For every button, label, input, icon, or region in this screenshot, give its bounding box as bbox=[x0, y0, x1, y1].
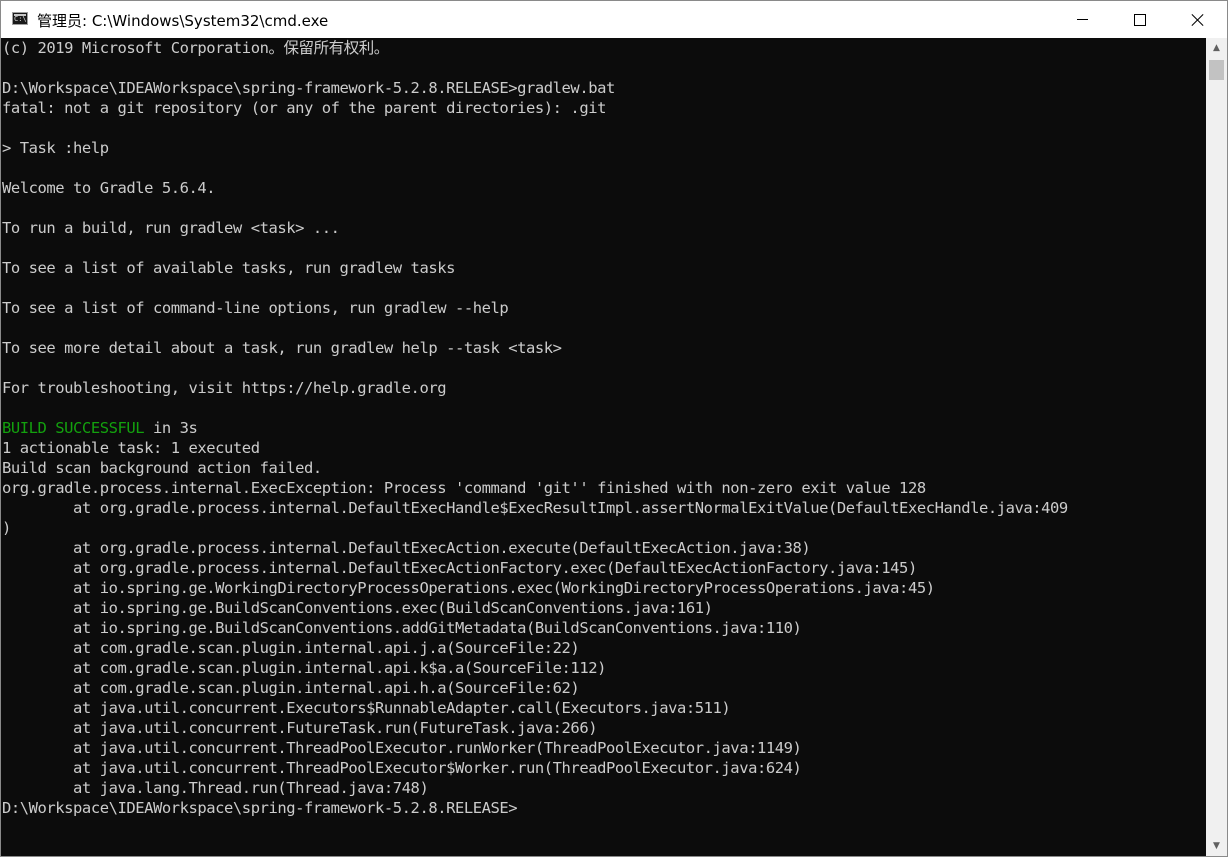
cmd-window: C:\ 管理员: C:\Windows\System32\cmd.exe BUI… bbox=[0, 0, 1228, 857]
console-line: at org.gradle.process.internal.DefaultEx… bbox=[2, 539, 811, 557]
console-line: D:\Workspace\IDEAWorkspace\spring-framew… bbox=[2, 79, 615, 97]
build-duration: in 3s bbox=[144, 419, 198, 437]
vertical-scrollbar[interactable]: ▲ ▼ bbox=[1206, 38, 1227, 856]
console-line: To run a build, run gradlew <task> ... bbox=[2, 219, 340, 237]
console-line: To see a list of available tasks, run gr… bbox=[2, 259, 455, 277]
title-bar[interactable]: C:\ 管理员: C:\Windows\System32\cmd.exe bbox=[1, 1, 1227, 38]
console-line: at com.gradle.scan.plugin.internal.api.k… bbox=[2, 659, 606, 677]
console-line: For troubleshooting, visit https://help.… bbox=[2, 379, 447, 397]
arrow-down-icon: ▼ bbox=[1213, 841, 1220, 851]
close-button[interactable] bbox=[1169, 1, 1227, 38]
scroll-up-button[interactable]: ▲ bbox=[1206, 38, 1227, 58]
console-line: fatal: not a git repository (or any of t… bbox=[2, 99, 606, 117]
console-line: at java.util.concurrent.Executors$Runnab… bbox=[2, 699, 731, 717]
console-line: at com.gradle.scan.plugin.internal.api.h… bbox=[2, 679, 580, 697]
console-line: D:\Workspace\IDEAWorkspace\spring-framew… bbox=[2, 799, 518, 817]
console-line: at io.spring.ge.BuildScanConventions.exe… bbox=[2, 599, 713, 617]
console-line: ) bbox=[2, 519, 11, 537]
arrow-up-icon: ▲ bbox=[1213, 43, 1220, 53]
maximize-button[interactable] bbox=[1111, 1, 1169, 38]
window-title: 管理员: C:\Windows\System32\cmd.exe bbox=[37, 12, 329, 30]
console-line: at io.spring.ge.WorkingDirectoryProcessO… bbox=[2, 579, 935, 597]
scroll-down-button[interactable]: ▼ bbox=[1206, 836, 1227, 856]
console-line: at java.util.concurrent.ThreadPoolExecut… bbox=[2, 759, 802, 777]
build-successful-label: BUILD SUCCESSFUL bbox=[2, 419, 145, 437]
console-line: at org.gradle.process.internal.DefaultEx… bbox=[2, 499, 1068, 517]
console-line: at org.gradle.process.internal.DefaultEx… bbox=[2, 559, 917, 577]
scroll-thumb[interactable] bbox=[1209, 60, 1224, 80]
minimize-icon bbox=[1076, 19, 1088, 20]
console-output[interactable]: BUILD SUCCESSFUL in 3s (c) 2019 Microsof… bbox=[2, 38, 1206, 856]
console-line: at java.lang.Thread.run(Thread.java:748) bbox=[2, 779, 429, 797]
minimize-button[interactable] bbox=[1053, 1, 1111, 38]
console-line: To see a list of command-line options, r… bbox=[2, 299, 509, 317]
console-line: at io.spring.ge.BuildScanConventions.add… bbox=[2, 619, 802, 637]
console-line: 1 actionable task: 1 executed bbox=[2, 439, 260, 457]
build-status-line: BUILD SUCCESSFUL in 3s bbox=[2, 418, 198, 438]
console-line: org.gradle.process.internal.ExecExceptio… bbox=[2, 479, 926, 497]
console-line: at com.gradle.scan.plugin.internal.api.j… bbox=[2, 639, 580, 657]
console-line: at java.util.concurrent.ThreadPoolExecut… bbox=[2, 739, 802, 757]
console-line: (c) 2019 Microsoft Corporation。保留所有权利。 bbox=[2, 39, 389, 57]
console-line: To see more detail about a task, run gra… bbox=[2, 339, 562, 357]
console-line: > Task :help bbox=[2, 139, 109, 157]
console-line: at java.util.concurrent.FutureTask.run(F… bbox=[2, 719, 598, 737]
console-line: Welcome to Gradle 5.6.4. bbox=[2, 179, 216, 197]
close-icon bbox=[1191, 13, 1205, 27]
maximize-icon bbox=[1134, 13, 1146, 26]
console-line: Build scan background action failed. bbox=[2, 459, 322, 477]
cmd-icon: C:\ bbox=[12, 12, 28, 25]
